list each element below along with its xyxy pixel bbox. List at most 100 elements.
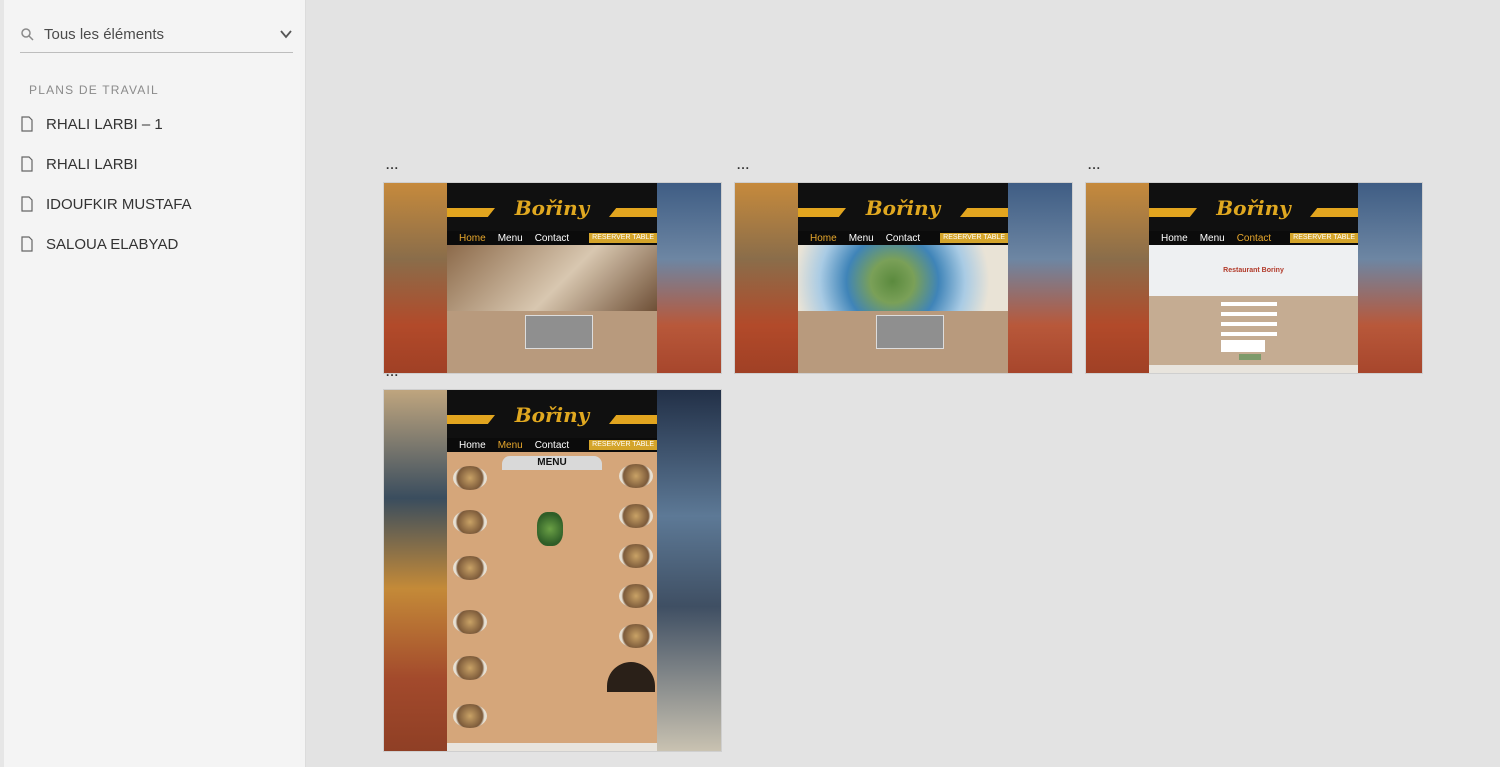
filter-label: Tous les éléments [44,25,165,43]
nav-home: Home [810,232,837,244]
background-photo-right [657,183,721,373]
artboard-name: RHALI LARBI – 1 [46,115,163,133]
reserve-button: RESERVER TABLE [589,440,657,450]
nav-contact: Contact [885,232,921,244]
food-image [453,610,487,634]
artboard-label[interactable]: ... [1088,158,1101,172]
site-footer [1149,365,1358,373]
site-nav: Home Menu Contact RESERVER TABLE [447,438,657,452]
nav-home: Home [459,232,486,244]
contact-form [1149,296,1358,373]
nav-menu: Menu [497,439,523,451]
artboard-contact[interactable]: Bořiny Home Menu Contact RESERVER TABLE … [1085,182,1423,374]
food-image [453,510,487,534]
artboard-list-item[interactable]: SALOUA ELABYAD [20,224,300,264]
site-header: Bořiny [798,183,1008,231]
background-photo-left [384,390,447,751]
food-image [619,624,653,648]
food-image [619,584,653,608]
background-photo-left [384,183,447,373]
site-logo: Bořiny [1216,196,1291,220]
email-pill [1310,208,1358,217]
food-image [619,544,653,568]
menu-body: MENU [447,452,657,751]
document-icon [21,236,33,252]
location-pill [447,415,495,424]
nav-home: Home [1161,232,1188,244]
nav-menu: Menu [497,232,523,244]
filter-dropdown[interactable]: Tous les éléments [20,16,293,53]
food-image [453,556,487,580]
artboard-label[interactable]: ... [386,365,399,379]
artboard-name: IDOUFKIR MUSTAFA [46,195,192,213]
reserve-button: RESERVER TABLE [940,233,1008,243]
site-logo: Bořiny [865,196,941,220]
background-photo-left [1086,183,1149,373]
artboard-name: SALOUA ELABYAD [46,235,179,253]
drink-image [537,512,563,546]
hero-image [798,245,1008,311]
map-title: Restaurant Boriny [1223,267,1284,274]
background-photo-right [1358,183,1422,373]
background-photo-left [735,183,798,373]
happy-hour-badge [607,662,655,692]
document-icon [21,156,33,172]
site-logo: Bořiny [514,403,590,427]
sidebar: Tous les éléments PLANS DE TRAVAIL RHALI… [0,0,306,767]
section-title: PLANS DE TRAVAIL [29,83,159,97]
food-image [619,504,653,528]
website-frame: Bořiny Home Menu Contact RESERVER TABLE [798,183,1008,373]
site-header: Bořiny [1149,183,1358,231]
website-frame: Bořiny Home Menu Contact RESERVER TABLE … [1149,183,1358,373]
artboard-list: RHALI LARBI – 1 RHALI LARBI IDOUFKIR MUS… [20,104,300,264]
reserve-button: RESERVER TABLE [589,233,657,243]
search-icon [21,28,34,41]
nav-contact: Contact [1236,232,1272,244]
nav-contact: Contact [534,232,570,244]
email-pill [609,415,657,424]
website-frame: Bořiny Home Menu Contact RESERVER TABLE … [447,390,657,751]
artboard-menu[interactable]: Bořiny Home Menu Contact RESERVER TABLE … [383,389,722,752]
nav-contact: Contact [534,439,570,451]
document-icon [21,116,33,132]
site-nav: Home Menu Contact RESERVER TABLE [798,231,1008,245]
nav-home: Home [459,439,486,451]
chevron-down-icon[interactable] [279,27,293,41]
form-field [1221,332,1277,336]
brunch-special-box [525,315,593,349]
background-photo-right [657,390,721,751]
form-field [1221,312,1277,316]
artboard-home-2[interactable]: Bořiny Home Menu Contact RESERVER TABLE [734,182,1073,374]
nav-menu: Menu [1199,232,1225,244]
artboard-label[interactable]: ... [737,158,750,172]
menu-title: MENU [502,456,602,470]
form-field [1221,302,1277,306]
info-section [447,311,657,373]
form-submit [1239,354,1261,360]
food-image [453,466,487,490]
website-frame: Bořiny Home Menu Contact RESERVER TABLE [447,183,657,373]
site-nav: Home Menu Contact RESERVER TABLE [447,231,657,245]
background-photo-right [1008,183,1072,373]
sidebar-edge [0,0,4,767]
location-pill [447,208,495,217]
food-image [453,656,487,680]
artboard-list-item[interactable]: RHALI LARBI – 1 [20,104,300,144]
artboard-home-1[interactable]: Bořiny Home Menu Contact RESERVER TABLE [383,182,722,374]
document-icon [21,196,33,212]
artboard-list-item[interactable]: IDOUFKIR MUSTAFA [20,184,300,224]
nav-menu: Menu [848,232,874,244]
food-image [619,464,653,488]
brunch-special-box [876,315,944,349]
site-logo: Bořiny [514,196,590,220]
form-field [1221,322,1277,326]
hero-image [447,245,657,311]
email-pill [960,208,1008,217]
artboard-label[interactable]: ... [386,158,399,172]
location-pill [1149,208,1197,217]
site-header: Bořiny [447,390,657,438]
location-pill [798,208,846,217]
info-section [798,311,1008,373]
site-header: Bořiny [447,183,657,231]
artboard-list-item[interactable]: RHALI LARBI [20,144,300,184]
